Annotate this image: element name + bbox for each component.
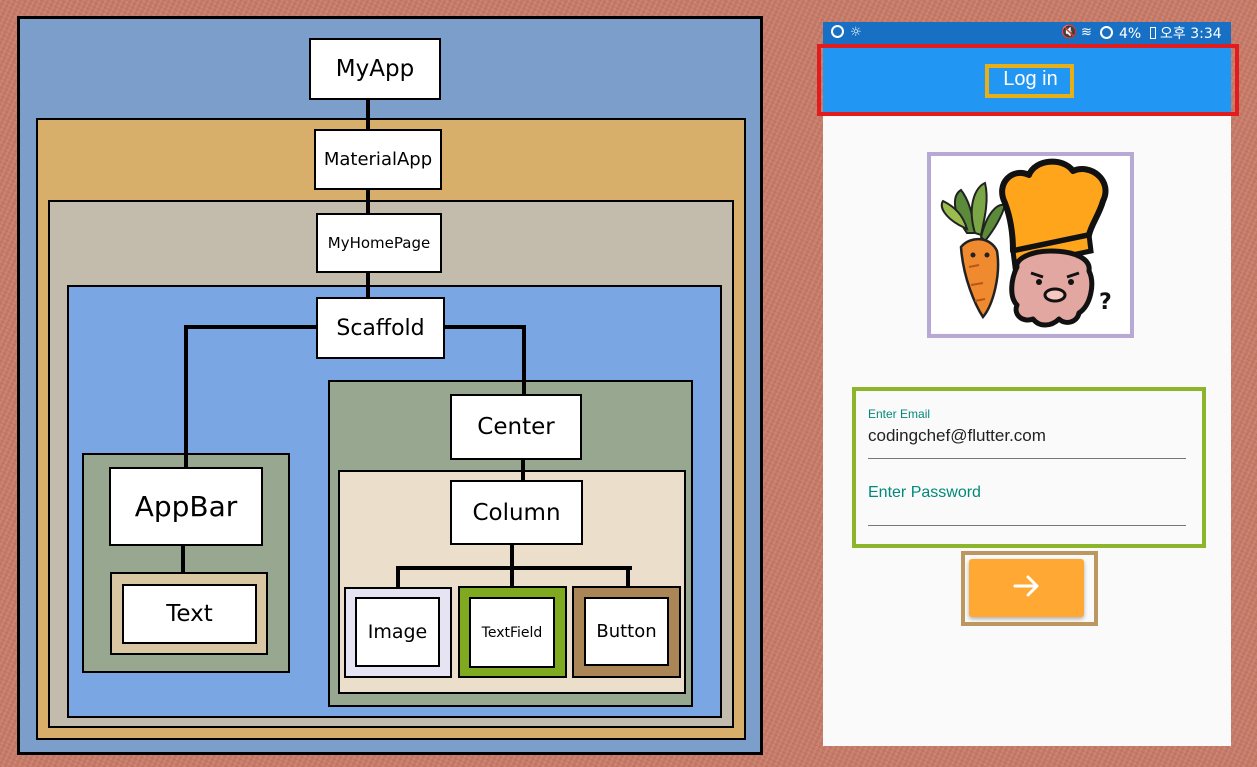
node-button: Button — [584, 597, 669, 666]
weather-icon: ☼ — [850, 25, 862, 40]
sync-icon — [831, 25, 844, 38]
battery-percent: 4% — [1119, 26, 1142, 42]
node-scaffold: Scaffold — [316, 297, 445, 359]
node-textfield: TextField — [469, 597, 555, 668]
node-myhomepage: MyHomePage — [316, 213, 442, 273]
fields-highlight — [852, 387, 1206, 548]
image-highlight — [927, 152, 1134, 338]
phone-screen: ☼ 🔇 ≋ 4% 오후 3:34 Log in ? Enter Email co… — [823, 22, 1231, 746]
edge-column-textfield — [510, 566, 514, 588]
edge-materialapp-myhomepage — [366, 188, 370, 214]
node-text: Text — [122, 584, 257, 644]
edge-column-h — [396, 566, 632, 570]
node-myapp: MyApp — [309, 38, 441, 100]
edge-scaffold-left-h — [184, 325, 318, 329]
edge-scaffold-right-v — [522, 325, 526, 395]
clock: 오후 3:34 — [1160, 26, 1222, 42]
node-center: Center — [450, 394, 582, 460]
node-image: Image — [355, 597, 440, 667]
node-appbar: AppBar — [109, 467, 263, 546]
button-highlight — [961, 551, 1098, 626]
edge-center-column — [521, 458, 525, 482]
edge-myhomepage-scaffold — [366, 272, 370, 298]
edge-scaffold-right-h — [443, 325, 526, 329]
edge-appbar-text — [181, 544, 185, 574]
edge-scaffold-left-v — [184, 325, 188, 468]
edge-column-down — [510, 544, 514, 568]
edge-column-image — [396, 566, 400, 588]
blocked-icon — [1100, 26, 1113, 39]
battery-icon — [1150, 27, 1156, 39]
title-highlight — [985, 64, 1074, 98]
wifi-icon: ≋ — [1081, 25, 1092, 40]
node-column: Column — [450, 480, 583, 545]
mute-icon: 🔇 — [1061, 25, 1078, 40]
node-materialapp: MaterialApp — [314, 129, 442, 190]
edge-column-button — [626, 566, 630, 588]
status-bar: ☼ 🔇 ≋ 4% 오후 3:34 — [823, 22, 1231, 46]
edge-myapp-materialapp — [366, 98, 370, 130]
